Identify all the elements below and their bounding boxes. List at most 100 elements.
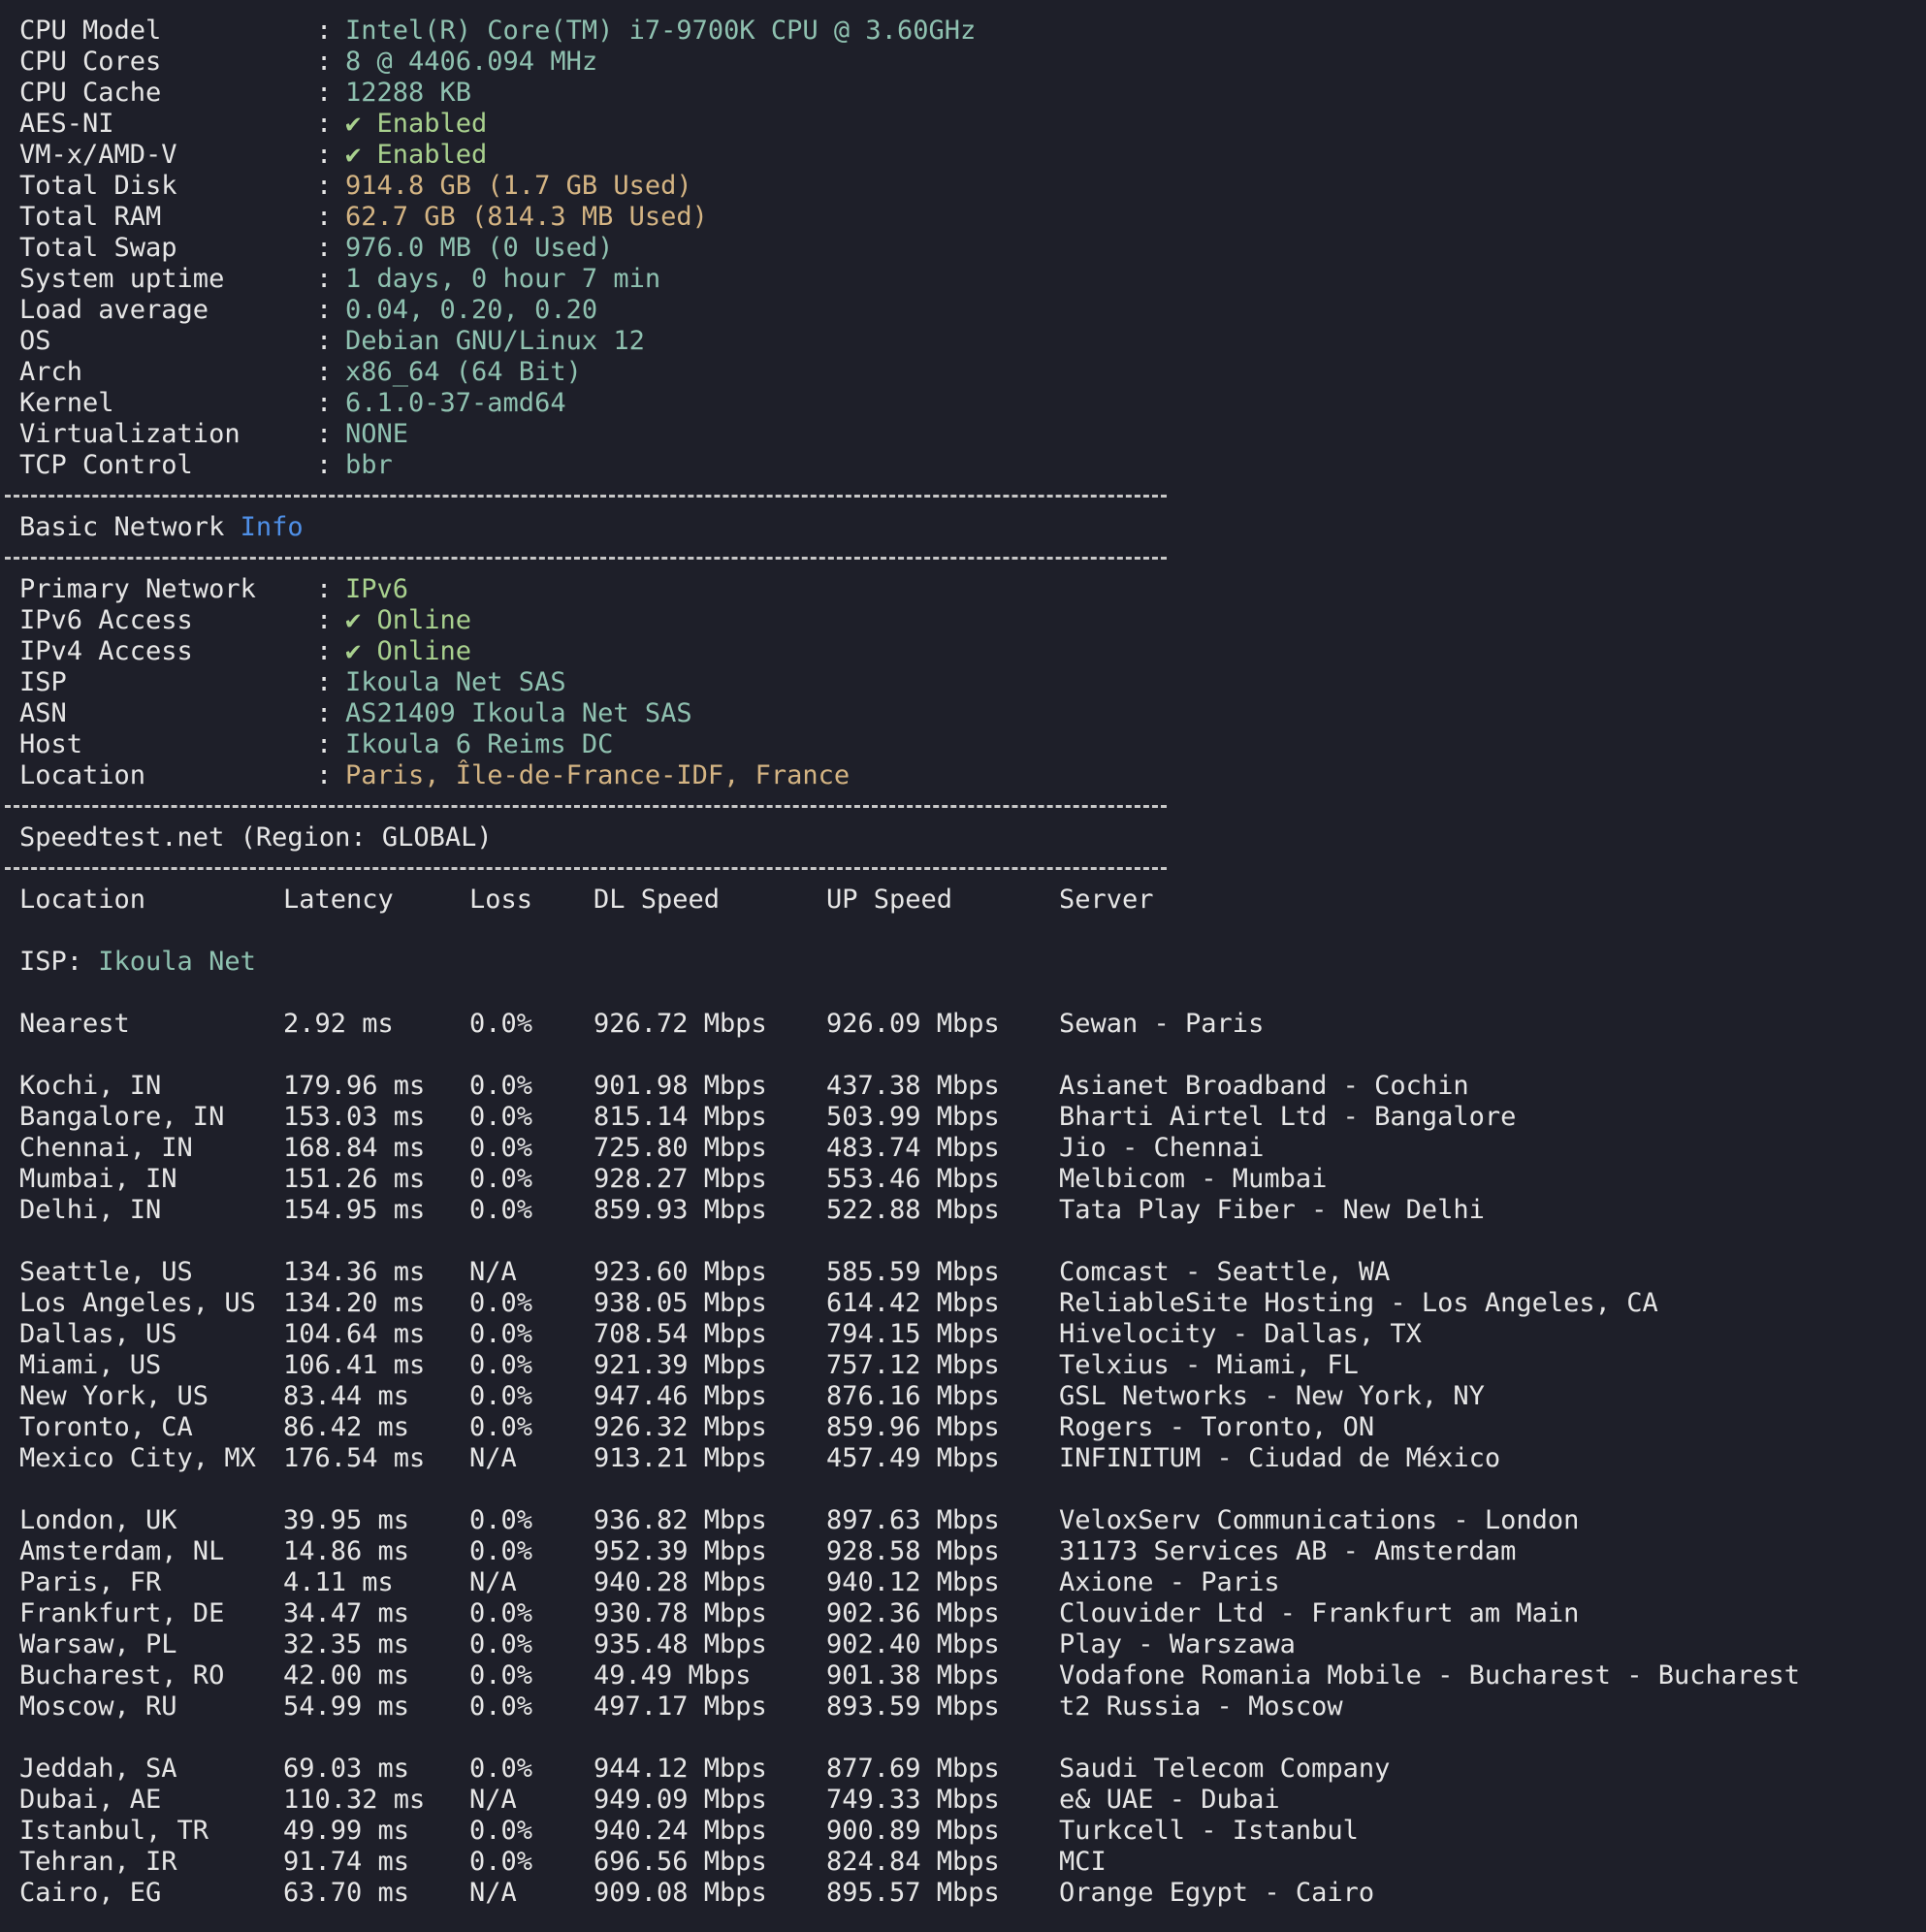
system-label: Virtualization [19, 419, 241, 449]
colon-separator: : [316, 47, 333, 77]
system-row: CPU Cache:12288 KB [0, 78, 1926, 109]
cell-dl-speed: 725.80 Mbps [594, 1133, 767, 1163]
header-latency: Latency [283, 885, 394, 915]
cell-server: Play - Warszawa [1059, 1629, 1296, 1659]
cell-dl-speed: 949.09 Mbps [594, 1785, 767, 1815]
colon-separator: : [316, 78, 333, 108]
cell-latency: 154.95 ms [283, 1195, 426, 1225]
cell-server: Melbicom - Mumbai [1059, 1164, 1328, 1194]
cell-dl-speed: 935.48 Mbps [594, 1629, 767, 1659]
system-label: Total Disk [19, 171, 177, 201]
cell-dl-speed: 696.56 Mbps [594, 1847, 767, 1877]
table-row: Warsaw, PL 32.35 ms 0.0% 935.48 Mbps 902.40 … [0, 1629, 1926, 1660]
network-label: IPv4 Access [19, 636, 193, 666]
cell-dl-speed: 913.21 Mbps [594, 1443, 767, 1473]
cell-up-speed: 940.12 Mbps [826, 1567, 1000, 1597]
table-row: London, UK 39.95 ms 0.0% 936.82 Mbps 897.63 … [0, 1505, 1926, 1536]
cell-dl-speed: 926.32 Mbps [594, 1412, 767, 1442]
colon-separator: : [316, 636, 333, 666]
cell-dl-speed: 926.72 Mbps [594, 1009, 767, 1039]
cell-latency: 91.74 ms [283, 1847, 410, 1877]
system-row: AES-NI: ✔ Enabled [0, 109, 1926, 140]
table-row: Los Angeles, US 134.20 ms 0.0% 938.05 Mbps 6… [0, 1288, 1926, 1319]
cell-location: New York, US [19, 1381, 209, 1411]
system-label: Total Swap [19, 233, 177, 263]
cell-loss: 0.0% [469, 1381, 533, 1411]
cell-latency: 14.86 ms [283, 1536, 410, 1566]
colon-separator: : [316, 698, 333, 728]
colon-separator: : [316, 450, 333, 480]
speedtest-results: Nearest 2.92 ms 0.0% 926.72 Mbps 926.09 Mbps… [0, 978, 1926, 1909]
cell-server: Orange Egypt - Cairo [1059, 1878, 1375, 1908]
cell-up-speed: 794.15 Mbps [826, 1319, 1000, 1349]
terminal-window: CPU Model: Intel(R) Core(TM) i7-9700K CPU… [0, 0, 1926, 1932]
system-row: Total RAM:62.7 GB (814.3 MB Used) [0, 202, 1926, 233]
cell-latency: 32.35 ms [283, 1629, 410, 1659]
cell-latency: 39.95 ms [283, 1505, 410, 1535]
cell-server: Saudi Telecom Company [1059, 1754, 1391, 1784]
cell-location: Paris, FR [19, 1567, 162, 1597]
cell-server: Telxius - Miami, FL [1059, 1350, 1359, 1380]
table-row: Dallas, US 104.64 ms 0.0% 708.54 Mbps 794.15… [0, 1319, 1926, 1350]
cell-loss: 0.0% [469, 1102, 533, 1132]
cell-latency: 86.42 ms [283, 1412, 410, 1442]
table-row: Kochi, IN 179.96 ms 0.0% 901.98 Mbps 437.38 … [0, 1071, 1926, 1102]
cell-loss: 0.0% [469, 1847, 533, 1877]
isp-label: ISP: [19, 947, 99, 977]
cell-loss: 0.0% [469, 1629, 533, 1659]
cell-loss: 0.0% [469, 1660, 533, 1690]
isp-value: Ikoula Net [98, 947, 256, 977]
cell-loss: 0.0% [469, 1164, 533, 1194]
separator [0, 853, 1926, 885]
cell-loss: 0.0% [469, 1505, 533, 1535]
network-label: ASN [19, 698, 67, 728]
system-value: 62.7 GB (814.3 MB Used) [345, 202, 708, 232]
cell-loss: 0.0% [469, 1350, 533, 1380]
cell-dl-speed: 940.24 Mbps [594, 1816, 767, 1846]
system-label: Arch [19, 357, 83, 387]
cell-latency: 54.99 ms [283, 1691, 410, 1722]
cell-location: Delhi, IN [19, 1195, 162, 1225]
cell-location: London, UK [19, 1505, 177, 1535]
table-row: Bangalore, IN 153.03 ms 0.0% 815.14 Mbps 503… [0, 1102, 1926, 1133]
system-label: Total RAM [19, 202, 162, 232]
cell-up-speed: 614.42 Mbps [826, 1288, 1000, 1318]
header-dl-speed: DL Speed [594, 885, 721, 915]
cell-latency: 179.96 ms [283, 1071, 426, 1101]
cell-dl-speed: 921.39 Mbps [594, 1350, 767, 1380]
cell-up-speed: 757.12 Mbps [826, 1350, 1000, 1380]
cell-server: VeloxServ Communications - London [1059, 1505, 1580, 1535]
cell-up-speed: 585.59 Mbps [826, 1257, 1000, 1287]
cell-latency: 104.64 ms [283, 1319, 426, 1349]
system-value: 976.0 MB (0 Used) [345, 233, 614, 263]
cell-server: INFINITUM - Ciudad de México [1059, 1443, 1501, 1473]
table-row: Istanbul, TR 49.99 ms 0.0% 940.24 Mbps 900.8… [0, 1816, 1926, 1847]
table-row: Jeddah, SA 69.03 ms 0.0% 944.12 Mbps 877.69 … [0, 1754, 1926, 1785]
system-row: CPU Cores:8 @ 4406.094 MHz [0, 47, 1926, 78]
system-label: VM-x/AMD-V [19, 140, 177, 170]
network-label: Host [19, 729, 83, 759]
cell-latency: 49.99 ms [283, 1816, 410, 1846]
cell-dl-speed: 940.28 Mbps [594, 1567, 767, 1597]
colon-separator: : [316, 202, 333, 232]
cell-server: e& UAE - Dubai [1059, 1785, 1280, 1815]
cell-loss: 0.0% [469, 1288, 533, 1318]
cell-dl-speed: 947.46 Mbps [594, 1381, 767, 1411]
cell-dl-speed: 938.05 Mbps [594, 1288, 767, 1318]
cell-server: Asianet Broadband - Cochin [1059, 1071, 1469, 1101]
network-row: ASN: AS21409 Ikoula Net SAS [0, 698, 1926, 729]
header-location: Location [19, 885, 146, 915]
network-row: IPv4 Access: ✔ Online [0, 636, 1926, 667]
cell-latency: 34.47 ms [283, 1598, 410, 1628]
cell-server: Bharti Airtel Ltd - Bangalore [1059, 1102, 1517, 1132]
cell-loss: N/A [469, 1257, 517, 1287]
system-row: Total Disk:914.8 GB (1.7 GB Used) [0, 171, 1926, 202]
cell-server: Comcast - Seattle, WA [1059, 1257, 1391, 1287]
colon-separator: : [316, 605, 333, 635]
system-value: 8 @ 4406.094 MHz [345, 47, 598, 77]
system-value: 0.04, 0.20, 0.20 [345, 295, 598, 325]
system-label: Load average [19, 295, 209, 325]
cell-latency: 42.00 ms [283, 1660, 410, 1690]
system-value: ✔ Enabled [345, 140, 488, 170]
